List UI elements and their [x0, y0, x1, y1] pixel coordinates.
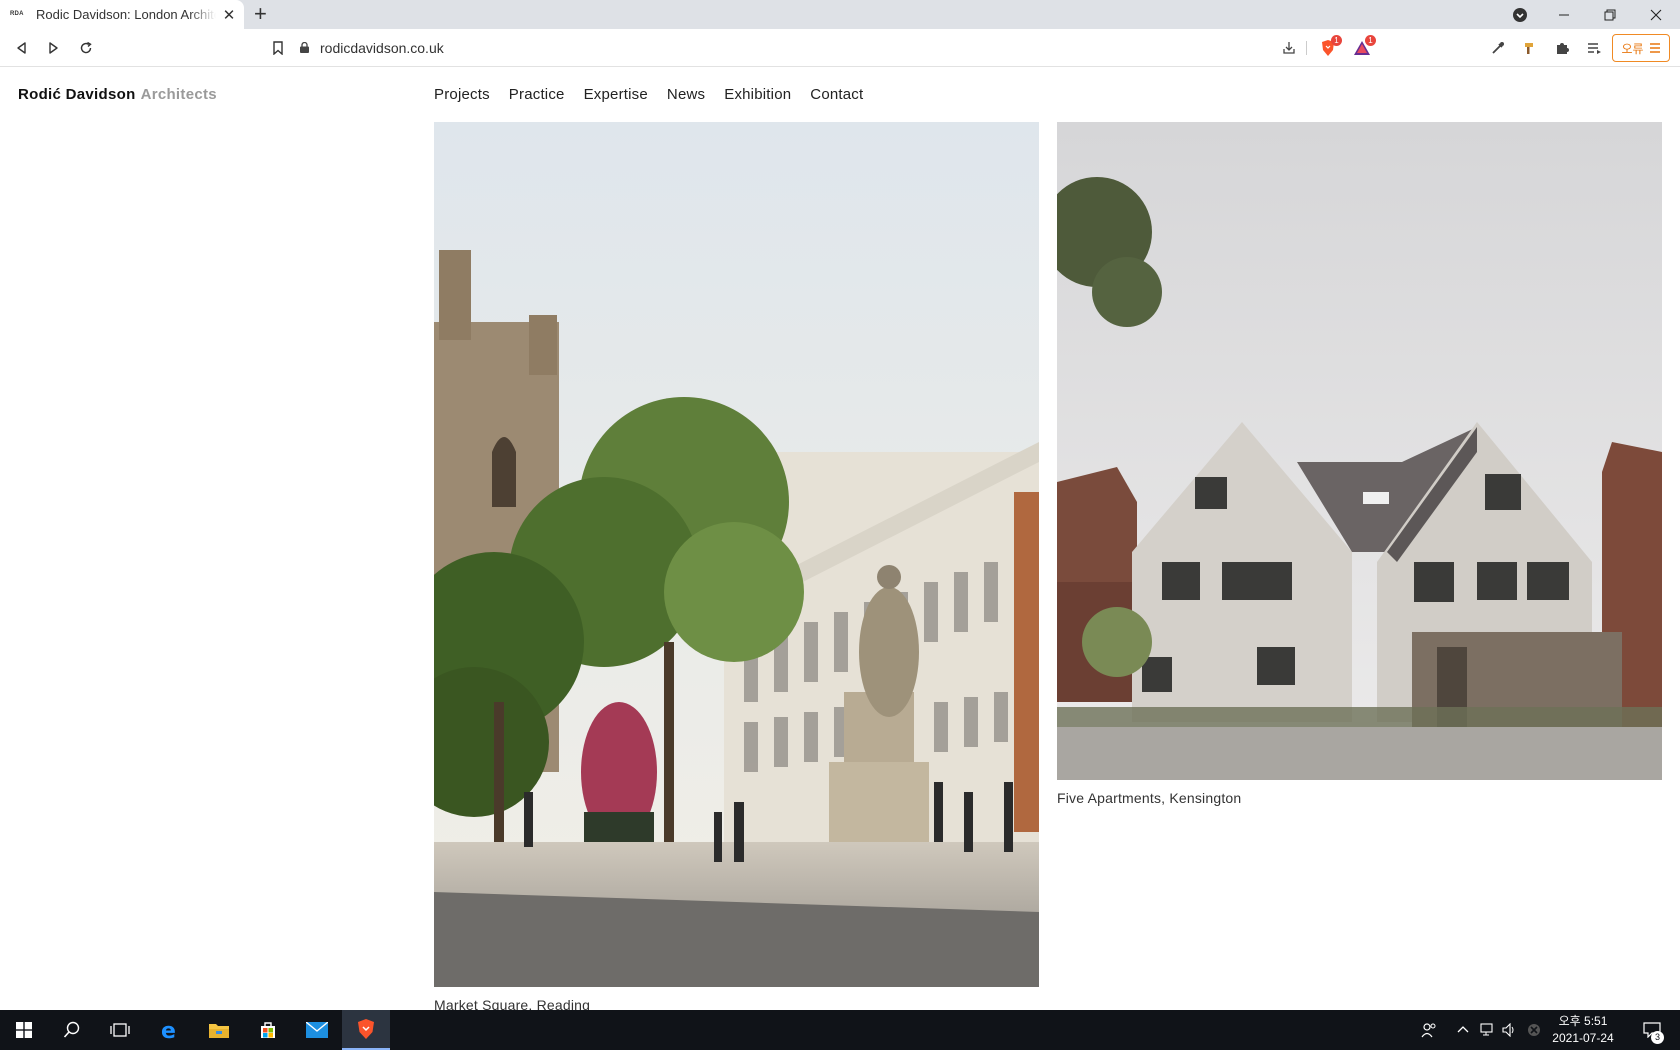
toolbar-divider: [1306, 41, 1307, 55]
network-icon: [1480, 1023, 1493, 1036]
playlist-icon: [1588, 43, 1601, 54]
people-button[interactable]: [1418, 1010, 1440, 1050]
system-clock[interactable]: 오후 5:51 2021-07-24: [1548, 1013, 1618, 1047]
install-app-button[interactable]: [1279, 38, 1299, 58]
browser-tab-active[interactable]: RDA Rodic Davidson: London Architects ✕: [0, 0, 244, 29]
file-explorer-icon: [209, 1024, 229, 1038]
nav-exhibition[interactable]: Exhibition: [724, 86, 791, 103]
bookmark-button[interactable]: [267, 37, 289, 59]
start-icon: [16, 1022, 32, 1038]
file-explorer-taskbar-button[interactable]: [195, 1010, 243, 1050]
edge-taskbar-button[interactable]: e: [146, 1010, 194, 1050]
project-caption-five-apartments[interactable]: Five Apartments, Kensington: [1057, 790, 1662, 806]
close-icon: [1650, 9, 1662, 20]
notification-count-badge: 3: [1651, 1031, 1664, 1044]
network-button[interactable]: [1477, 1010, 1499, 1050]
puzzle-icon: [1557, 43, 1569, 54]
chevron-up-icon: [1457, 1026, 1469, 1033]
tab-strip: RDA Rodic Davidson: London Architects ✕ …: [0, 0, 1680, 29]
windows-taskbar: e 오후 5:51 2021-07-24 3: [0, 1010, 1680, 1050]
nav-expertise[interactable]: Expertise: [584, 86, 648, 103]
rewards-badge: 1: [1365, 35, 1376, 46]
project-image-market-square[interactable]: [434, 122, 1039, 987]
tab-title: Rodic Davidson: London Architects: [36, 7, 216, 22]
nav-projects[interactable]: Projects: [434, 86, 490, 103]
media-controls-button[interactable]: [1584, 38, 1604, 58]
lock-icon: [300, 42, 309, 53]
web-page: Rodić Davidson Architects Projects Practi…: [0, 67, 1680, 1010]
volume-button[interactable]: [1499, 1010, 1521, 1050]
minimize-icon: [1559, 14, 1569, 15]
main-nav: Projects Practice Expertise News Exhibit…: [434, 86, 863, 103]
address-bar[interactable]: rodicdavidson.co.uk: [300, 34, 1305, 61]
brave-taskbar-button[interactable]: [342, 1010, 390, 1050]
project-caption-market-square[interactable]: Market Square, Reading: [434, 997, 1039, 1010]
back-arrow-icon: [17, 42, 26, 54]
clock-date: 2021-07-24: [1552, 1031, 1614, 1045]
url-text: rodicdavidson.co.uk: [320, 39, 444, 56]
people-icon: [1421, 1023, 1436, 1038]
close-window-button[interactable]: [1634, 0, 1678, 29]
brave-icon: [358, 1019, 374, 1039]
nav-practice[interactable]: Practice: [509, 86, 565, 103]
error-label: 오류: [1621, 41, 1644, 56]
browser-toolbar: rodicdavidson.co.uk 1 1 오류: [0, 29, 1680, 67]
mail-taskbar-button[interactable]: [293, 1010, 341, 1050]
nav-news[interactable]: News: [667, 86, 705, 103]
volume-icon: [1502, 1023, 1514, 1037]
minimize-button[interactable]: [1542, 0, 1586, 29]
hammer-icon: [1525, 43, 1533, 54]
svg-text:e: e: [161, 1019, 176, 1041]
extensions-menu-button[interactable]: [1552, 38, 1572, 58]
project-card-market-square[interactable]: Market Square, Reading: [434, 122, 1039, 1010]
brave-rewards-button[interactable]: 1: [1352, 35, 1376, 58]
store-icon: [261, 1022, 275, 1038]
site-logo[interactable]: Rodić Davidson Architects: [18, 86, 217, 103]
menu-icon: [1649, 43, 1660, 53]
eyedropper-icon: [1492, 42, 1504, 54]
search-icon: [63, 1021, 80, 1038]
mail-icon: [306, 1022, 328, 1038]
project-card-five-apartments[interactable]: Five Apartments, Kensington: [1057, 122, 1662, 806]
ime-status-button[interactable]: [1523, 1010, 1545, 1050]
eyedropper-extension-button[interactable]: [1488, 38, 1508, 58]
logo-name: Rodić Davidson: [18, 86, 136, 103]
restore-button[interactable]: [1588, 0, 1632, 29]
nav-contact[interactable]: Contact: [810, 86, 863, 103]
start-button[interactable]: [0, 1010, 48, 1050]
reload-icon: [80, 41, 92, 54]
back-button[interactable]: [11, 37, 33, 59]
forward-arrow-icon: [49, 42, 58, 54]
task-view-button[interactable]: [96, 1010, 144, 1050]
shields-badge: 1: [1331, 35, 1342, 46]
project-image-five-apartments[interactable]: [1057, 122, 1662, 780]
task-view-icon: [110, 1023, 130, 1037]
blocked-icon: [1528, 1024, 1540, 1036]
logo-suffix: Architects: [140, 86, 217, 103]
download-icon: [1283, 42, 1295, 54]
bookmark-icon: [273, 41, 283, 55]
extension-button[interactable]: [1520, 38, 1540, 58]
store-taskbar-button[interactable]: [244, 1010, 292, 1050]
search-button[interactable]: [48, 1010, 96, 1050]
clock-time: 오후 5:51: [1558, 1014, 1608, 1028]
browser-error-button[interactable]: 오류: [1612, 34, 1670, 62]
chevron-down-circle-icon: [1513, 7, 1527, 22]
reload-button[interactable]: [75, 37, 97, 59]
forward-button[interactable]: [42, 37, 64, 59]
new-tab-button[interactable]: +: [254, 3, 267, 25]
show-hidden-icons-button[interactable]: [1452, 1010, 1474, 1050]
edge-icon: e: [161, 1019, 176, 1041]
restore-icon: [1604, 9, 1616, 20]
brave-shields-button[interactable]: 1: [1318, 35, 1342, 58]
action-center-button[interactable]: 3: [1638, 1010, 1666, 1050]
site-favicon-icon: RDA: [10, 11, 24, 17]
tab-search-button[interactable]: [1498, 0, 1542, 29]
close-tab-icon[interactable]: ✕: [222, 6, 236, 24]
